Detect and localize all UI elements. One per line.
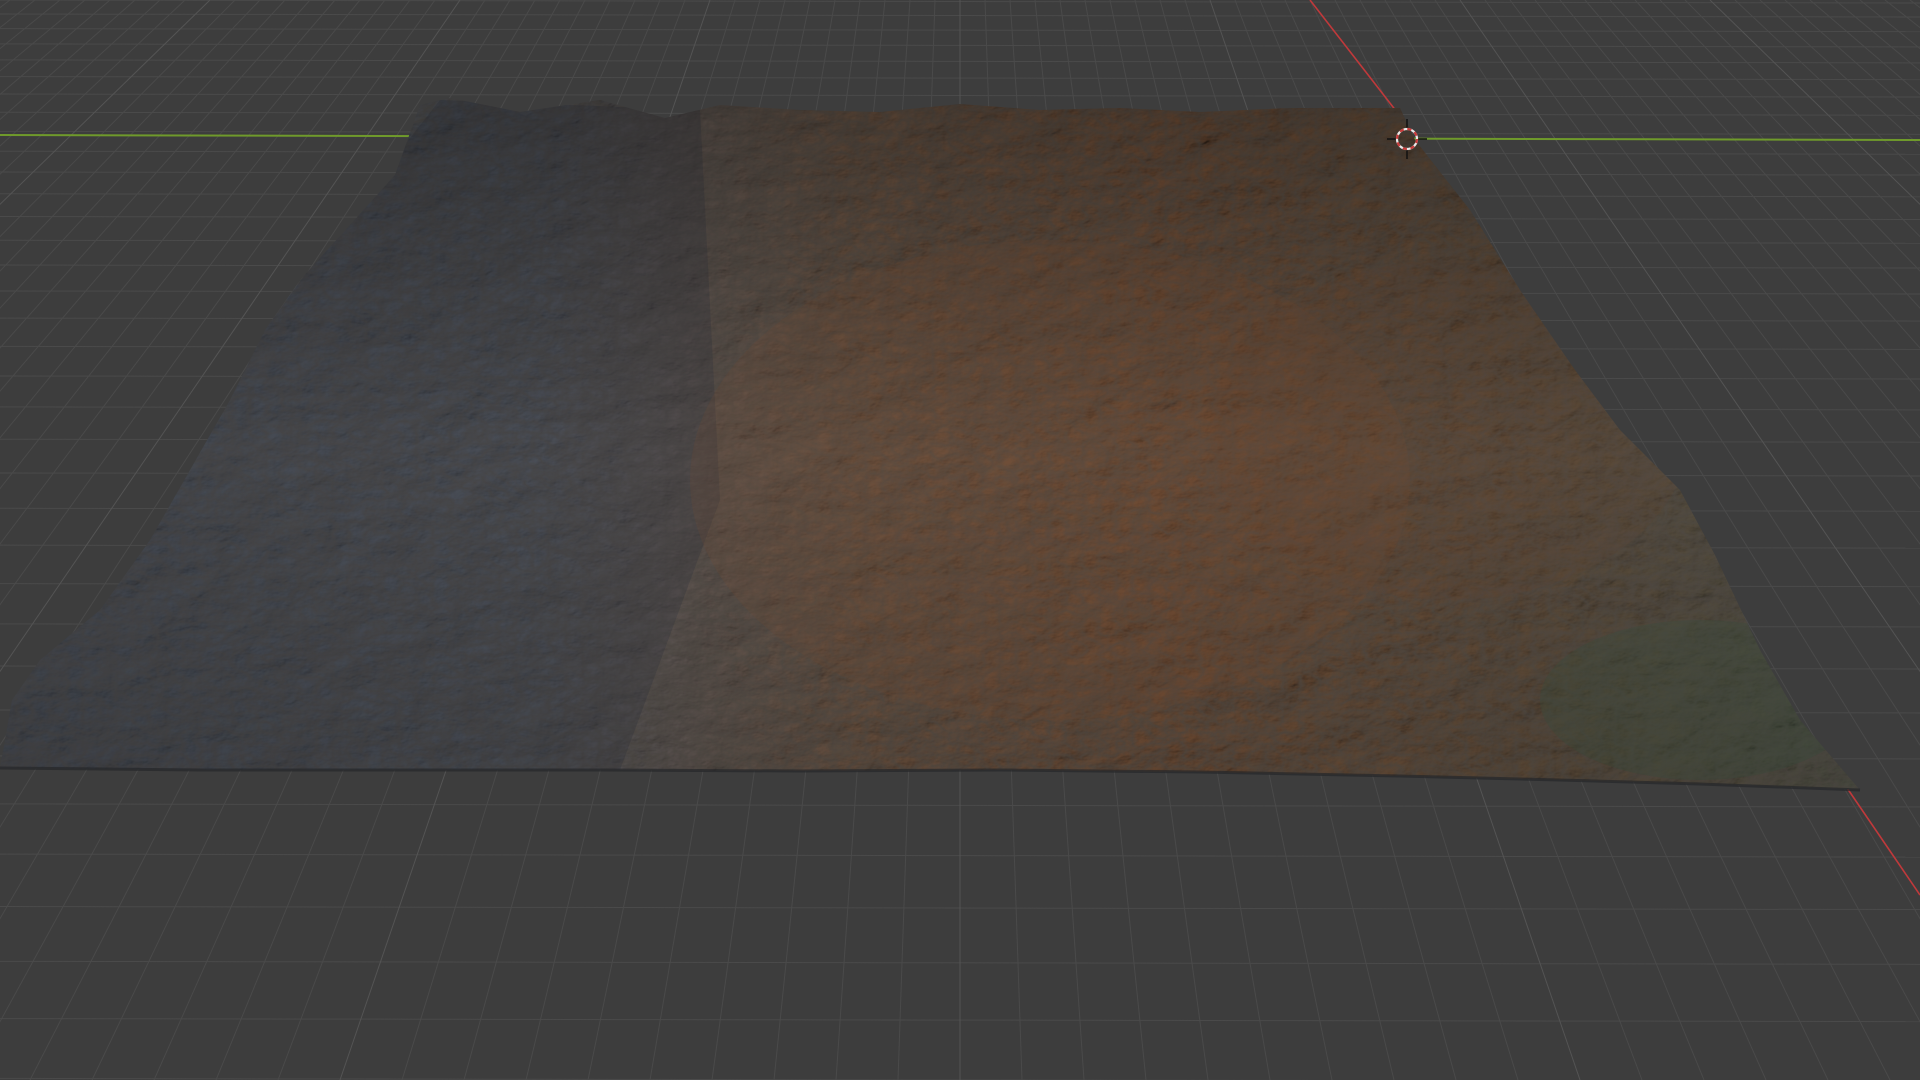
grid-line bbox=[1759, 0, 1920, 147]
grid-line bbox=[0, 0, 161, 147]
grid-line bbox=[0, 0, 36, 29]
grid-line bbox=[0, 0, 136, 121]
grid-line bbox=[1909, 0, 1920, 9]
grid-line bbox=[1784, 0, 1920, 121]
viewport-scene[interactable] bbox=[0, 0, 1920, 1080]
grid-line bbox=[1809, 0, 1920, 96]
grid-line bbox=[0, 0, 61, 50]
grid-line bbox=[1884, 0, 1920, 29]
grid-line bbox=[1859, 0, 1920, 50]
terrain-mesh[interactable] bbox=[0, 90, 1900, 810]
grid-line bbox=[1734, 0, 1920, 175]
x-axis-line-lower bbox=[1844, 784, 1920, 896]
grid-line bbox=[1684, 0, 1920, 238]
3d-viewport[interactable] bbox=[0, 0, 1920, 1080]
grid-line bbox=[0, 0, 11, 9]
grid-line bbox=[0, 0, 111, 96]
